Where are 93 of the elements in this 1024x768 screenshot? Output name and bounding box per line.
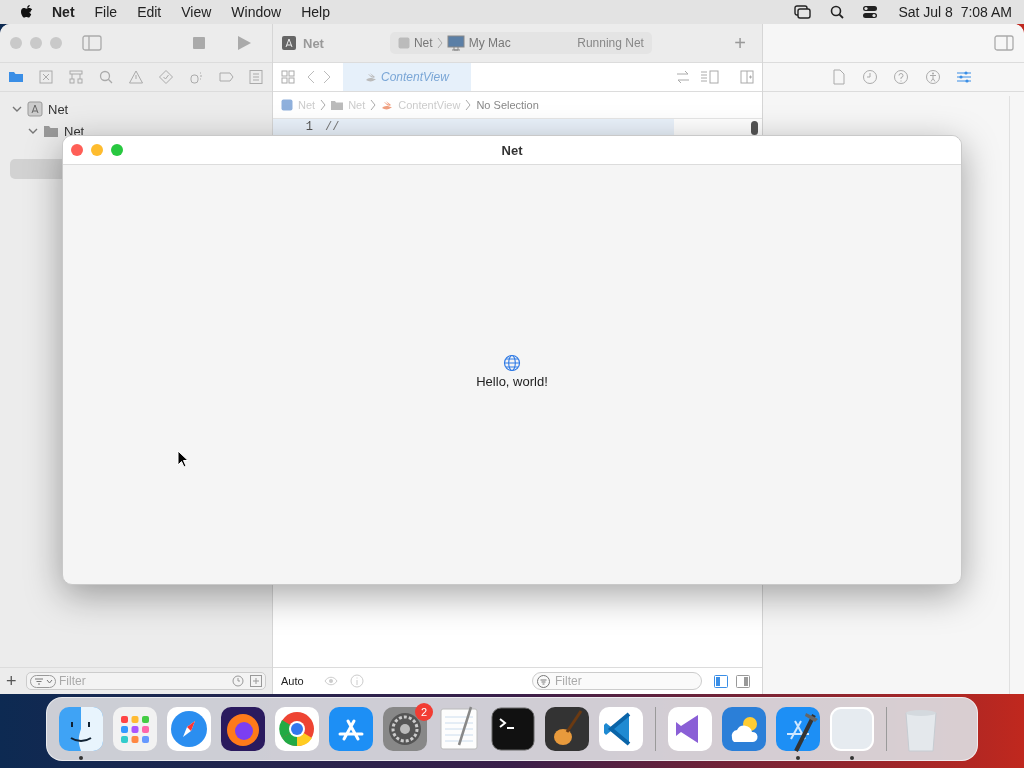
app-menu[interactable]: Net <box>52 4 75 20</box>
breadcrumb-item[interactable]: No Selection <box>476 99 539 111</box>
scheme-name[interactable]: Net <box>413 36 433 50</box>
terminal-icon[interactable] <box>489 705 537 753</box>
pencil-letter-icon[interactable] <box>327 705 375 753</box>
crossed-box-icon[interactable] <box>38 69 54 85</box>
search-icon[interactable] <box>830 5 845 19</box>
right-panel-icon[interactable] <box>736 674 750 688</box>
chevron-icon <box>370 99 377 111</box>
minimize-button[interactable] <box>91 144 103 156</box>
code-text: // <box>325 120 340 134</box>
scheme-selector[interactable]: Net My Mac Running Net <box>389 32 652 54</box>
back-icon[interactable] <box>307 70 315 84</box>
plus-box-icon[interactable] <box>250 675 262 687</box>
smiling-face-icon[interactable] <box>57 705 105 753</box>
close-button[interactable] <box>71 144 83 156</box>
apple-icon[interactable] <box>20 4 34 20</box>
app-grid-icon[interactable] <box>111 705 159 753</box>
split-editor-icon[interactable] <box>740 70 754 84</box>
ribbon-icon[interactable] <box>597 705 645 753</box>
grid-icon[interactable] <box>281 70 295 84</box>
eye-icon[interactable] <box>323 676 338 686</box>
greeting-text: Hello, world! <box>476 374 548 389</box>
chevron-icon[interactable] <box>12 104 22 114</box>
close-button[interactable] <box>10 37 22 49</box>
destination-name[interactable]: My Mac <box>468 36 511 50</box>
folder-icon <box>43 124 59 138</box>
sliders-icon[interactable] <box>956 69 973 85</box>
chevron-icon[interactable] <box>28 126 38 136</box>
window-title: Net <box>500 142 524 158</box>
app-project-icon <box>27 101 43 117</box>
hierarchy-icon[interactable] <box>68 69 84 85</box>
tag-icon[interactable] <box>218 69 234 85</box>
hammer-icon[interactable] <box>774 705 822 753</box>
swift-icon <box>381 99 394 111</box>
zoom-button[interactable] <box>111 144 123 156</box>
stop-icon[interactable] <box>192 36 206 50</box>
notification-badge: 2 <box>415 703 433 721</box>
monitor-icon <box>446 35 465 51</box>
activity-status: Running Net <box>577 36 644 50</box>
filter-field[interactable]: Filter <box>532 672 702 690</box>
toggles-icon[interactable] <box>862 5 879 19</box>
chevron-icon <box>436 37 443 49</box>
filter-field[interactable]: Filter <box>26 672 266 690</box>
project-name: Net <box>303 35 324 51</box>
cloud-sun-icon[interactable] <box>720 705 768 753</box>
scroll-bar[interactable] <box>751 121 758 135</box>
play-icon[interactable] <box>236 35 252 51</box>
menu-item[interactable]: View <box>181 4 212 20</box>
app-project-icon <box>281 35 297 51</box>
file-icon[interactable] <box>830 69 847 85</box>
zoom-selector[interactable]: Auto <box>281 675 304 687</box>
inspector-toggle-icon[interactable] <box>994 35 1014 51</box>
swap-arrows-icon[interactable] <box>676 70 690 84</box>
chevron-icon <box>320 99 327 111</box>
menu-item[interactable]: Window <box>231 4 282 20</box>
minimap-icon[interactable] <box>700 70 720 84</box>
accessibility-icon[interactable] <box>924 69 941 85</box>
globe-icon <box>503 354 521 372</box>
info-icon[interactable] <box>349 674 364 688</box>
clock-icon[interactable] <box>862 69 879 85</box>
help-icon[interactable] <box>893 69 910 85</box>
windows-icon[interactable] <box>794 5 813 19</box>
line-number: 1 <box>304 120 314 134</box>
zoom-button[interactable] <box>50 37 62 49</box>
folder-icon <box>331 99 344 111</box>
menu-item[interactable]: Help <box>301 4 330 20</box>
diamond-icon[interactable] <box>158 69 174 85</box>
clock[interactable]: Sat Jul 8 7:08 AM <box>898 4 1012 20</box>
minimize-button[interactable] <box>30 37 42 49</box>
filter-icon[interactable] <box>537 674 550 688</box>
sidebar-toggle-icon[interactable] <box>82 35 102 51</box>
app-project-icon <box>397 37 410 49</box>
blank-app-icon[interactable] <box>828 705 876 753</box>
forward-icon[interactable] <box>323 70 331 84</box>
spray-can-icon[interactable] <box>188 69 204 85</box>
swift-icon <box>365 71 377 83</box>
guitar-icon[interactable] <box>543 705 591 753</box>
tree-item[interactable]: Net <box>48 101 69 117</box>
clock-icon[interactable] <box>232 675 244 687</box>
mouse-pointer-icon <box>177 450 189 468</box>
warning-icon[interactable] <box>128 69 144 85</box>
folder-icon[interactable] <box>8 69 24 85</box>
menu-item[interactable]: Edit <box>137 4 162 20</box>
compass-icon[interactable] <box>165 705 213 753</box>
menu-item[interactable]: File <box>94 4 118 20</box>
left-panel-icon[interactable] <box>714 674 728 688</box>
filter-menu-icon[interactable] <box>30 674 56 688</box>
gear-icon[interactable] <box>381 705 429 753</box>
app-project-icon <box>281 99 293 111</box>
chevron-icon <box>465 99 472 111</box>
add-button[interactable]: + <box>6 670 20 692</box>
list-icon[interactable] <box>248 69 264 85</box>
